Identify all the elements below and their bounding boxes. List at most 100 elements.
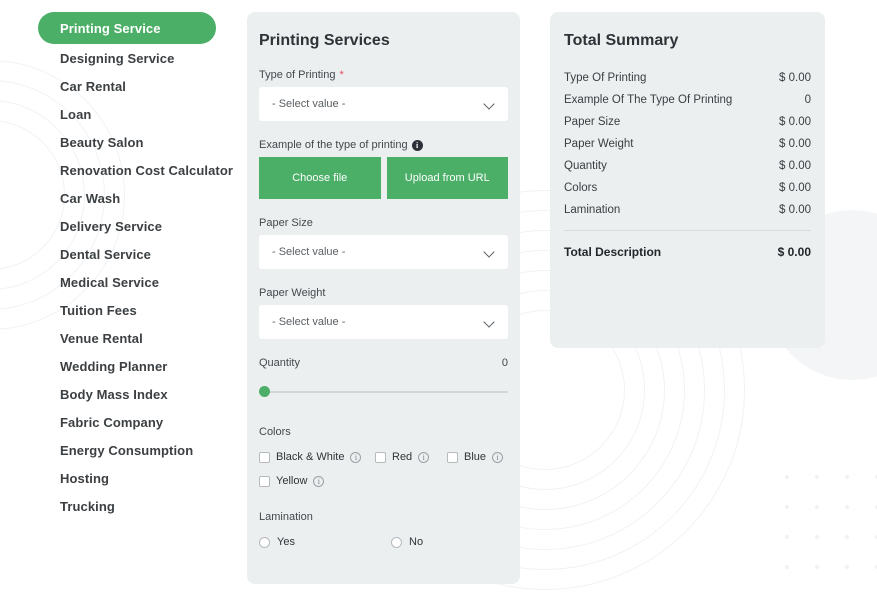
summary-title: Total Summary bbox=[564, 32, 811, 50]
sidebar-item-label: Energy Consumption bbox=[60, 443, 193, 458]
select-value: - Select value - bbox=[272, 246, 345, 258]
paper-size-select[interactable]: - Select value - bbox=[259, 235, 508, 269]
checkbox-box[interactable] bbox=[259, 476, 270, 487]
checkbox-blue[interactable]: Blue i bbox=[447, 451, 503, 463]
quantity-header: Quantity 0 bbox=[259, 357, 508, 369]
lamination-options: Yes No bbox=[259, 536, 508, 548]
colors-label: Colors bbox=[259, 426, 508, 438]
summary-row-value: $ 0.00 bbox=[779, 72, 811, 84]
total-description-value: $ 0.00 bbox=[778, 245, 811, 259]
summary-row-value: $ 0.00 bbox=[779, 116, 811, 128]
sidebar-item-trucking[interactable]: Trucking bbox=[38, 492, 232, 520]
sidebar-item-loan[interactable]: Loan bbox=[38, 100, 232, 128]
sidebar-item-car-rental[interactable]: Car Rental bbox=[38, 72, 232, 100]
summary-divider bbox=[564, 230, 811, 231]
summary-row-label: Colors bbox=[564, 182, 597, 194]
sidebar-item-energy-consumption[interactable]: Energy Consumption bbox=[38, 436, 232, 464]
type-of-printing-select[interactable]: - Select value - bbox=[259, 87, 508, 121]
sidebar-item-label: Beauty Salon bbox=[60, 135, 144, 150]
quantity-slider[interactable] bbox=[259, 386, 508, 398]
sidebar-item-label: Printing Service bbox=[60, 21, 161, 36]
sidebar-item-label: Fabric Company bbox=[60, 415, 163, 430]
checkbox-label: Red bbox=[392, 451, 412, 463]
sidebar-item-label: Car Rental bbox=[60, 79, 126, 94]
sidebar-item-fabric-company[interactable]: Fabric Company bbox=[38, 408, 232, 436]
summary-row-label: Quantity bbox=[564, 160, 607, 172]
info-outline-icon[interactable]: i bbox=[492, 452, 503, 463]
radio-circle[interactable] bbox=[391, 537, 402, 548]
sidebar-item-printing-service[interactable]: Printing Service bbox=[38, 12, 216, 44]
sidebar-item-venue-rental[interactable]: Venue Rental bbox=[38, 324, 232, 352]
sidebar-item-tuition-fees[interactable]: Tuition Fees bbox=[38, 296, 232, 324]
chevron-down-icon bbox=[484, 317, 495, 328]
slider-thumb[interactable] bbox=[259, 386, 270, 397]
checkbox-yellow[interactable]: Yellow i bbox=[259, 475, 324, 487]
sidebar-item-delivery-service[interactable]: Delivery Service bbox=[38, 212, 232, 240]
info-filled-icon[interactable]: i bbox=[412, 140, 423, 151]
printing-services-form: Printing Services Type of Printing* - Se… bbox=[247, 12, 520, 584]
summary-row: Paper Weight $ 0.00 bbox=[564, 138, 811, 150]
chevron-down-icon bbox=[484, 99, 495, 110]
sidebar-item-wedding-planner[interactable]: Wedding Planner bbox=[38, 352, 232, 380]
sidebar-item-label: Trucking bbox=[60, 499, 115, 514]
choose-file-button[interactable]: Choose file bbox=[259, 157, 381, 199]
radio-label: No bbox=[409, 536, 423, 548]
upload-from-url-button[interactable]: Upload from URL bbox=[387, 157, 509, 199]
paper-size-label: Paper Size bbox=[259, 217, 508, 229]
sidebar-item-hosting[interactable]: Hosting bbox=[38, 464, 232, 492]
summary-row: Colors $ 0.00 bbox=[564, 182, 811, 194]
select-value: - Select value - bbox=[272, 98, 345, 110]
example-of-printing-label: Example of the type of printing i bbox=[259, 139, 508, 151]
checkbox-label: Yellow bbox=[276, 475, 307, 487]
summary-row: Paper Size $ 0.00 bbox=[564, 116, 811, 128]
colors-row-one: Black & White i Red i Blue i bbox=[259, 451, 508, 463]
checkbox-box[interactable] bbox=[375, 452, 386, 463]
summary-row-label: Lamination bbox=[564, 204, 620, 216]
sidebar-item-label: Tuition Fees bbox=[60, 303, 137, 318]
paper-weight-select[interactable]: - Select value - bbox=[259, 305, 508, 339]
upload-button-row: Choose file Upload from URL bbox=[259, 157, 508, 199]
summary-row-value: $ 0.00 bbox=[779, 160, 811, 172]
checkbox-label: Blue bbox=[464, 451, 486, 463]
checkbox-box[interactable] bbox=[259, 452, 270, 463]
required-asterisk: * bbox=[339, 69, 343, 81]
summary-row: Lamination $ 0.00 bbox=[564, 204, 811, 216]
colors-row-two: Yellow i bbox=[259, 475, 508, 487]
checkbox-red[interactable]: Red i bbox=[375, 451, 447, 463]
sidebar-item-label: Body Mass Index bbox=[60, 387, 168, 402]
total-description-label: Total Description bbox=[564, 245, 661, 259]
sidebar-item-dental-service[interactable]: Dental Service bbox=[38, 240, 232, 268]
radio-circle[interactable] bbox=[259, 537, 270, 548]
checkbox-label: Black & White bbox=[276, 451, 344, 463]
summary-row-label: Example Of The Type Of Printing bbox=[564, 94, 732, 106]
quantity-label: Quantity bbox=[259, 357, 300, 369]
info-outline-icon[interactable]: i bbox=[350, 452, 361, 463]
radio-label: Yes bbox=[277, 536, 295, 548]
sidebar-item-renovation-cost-calculator[interactable]: Renovation Cost Calculator bbox=[38, 156, 232, 184]
radio-lamination-no[interactable]: No bbox=[391, 536, 423, 548]
type-of-printing-label: Type of Printing* bbox=[259, 69, 508, 81]
info-outline-icon[interactable]: i bbox=[418, 452, 429, 463]
total-summary-panel: Total Summary Type Of Printing $ 0.00 Ex… bbox=[550, 12, 825, 348]
info-outline-icon[interactable]: i bbox=[313, 476, 324, 487]
checkbox-black-and-white[interactable]: Black & White i bbox=[259, 451, 375, 463]
radio-lamination-yes[interactable]: Yes bbox=[259, 536, 391, 548]
checkbox-box[interactable] bbox=[447, 452, 458, 463]
sidebar-item-label: Venue Rental bbox=[60, 331, 143, 346]
summary-row-value: $ 0.00 bbox=[779, 204, 811, 216]
sidebar-item-car-wash[interactable]: Car Wash bbox=[38, 184, 232, 212]
sidebar-item-label: Medical Service bbox=[60, 275, 159, 290]
sidebar-item-medical-service[interactable]: Medical Service bbox=[38, 268, 232, 296]
select-value: - Select value - bbox=[272, 316, 345, 328]
sidebar-item-label: Dental Service bbox=[60, 247, 151, 262]
lamination-label: Lamination bbox=[259, 511, 508, 523]
sidebar-item-designing-service[interactable]: Designing Service bbox=[38, 44, 232, 72]
total-description-row: Total Description $ 0.00 bbox=[564, 245, 811, 259]
summary-row-value: $ 0.00 bbox=[779, 138, 811, 150]
summary-row-value: $ 0.00 bbox=[779, 182, 811, 194]
sidebar-item-beauty-salon[interactable]: Beauty Salon bbox=[38, 128, 232, 156]
app-root: Printing Service Designing Service Car R… bbox=[0, 0, 877, 597]
sidebar-item-body-mass-index[interactable]: Body Mass Index bbox=[38, 380, 232, 408]
summary-row-label: Paper Weight bbox=[564, 138, 633, 150]
slider-track bbox=[259, 391, 508, 393]
